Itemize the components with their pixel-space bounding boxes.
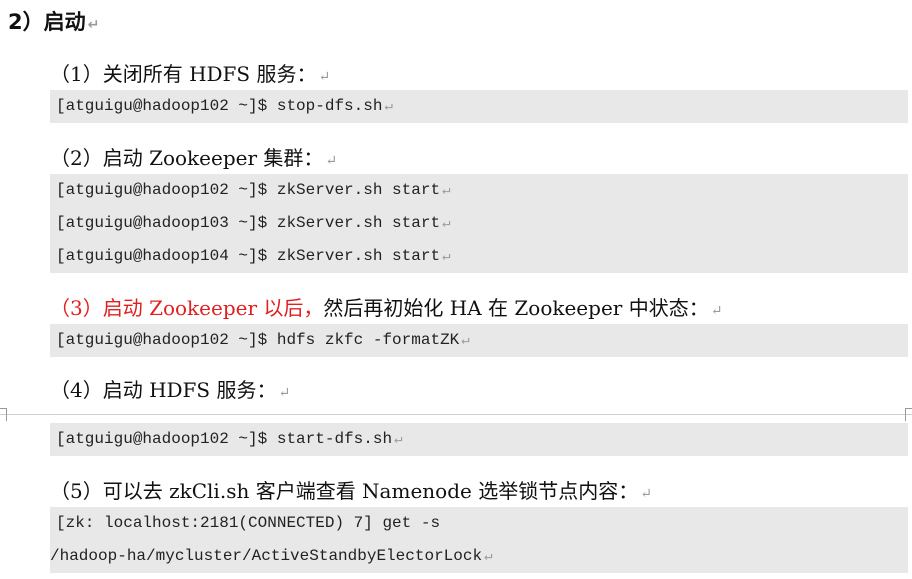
paragraph-mark-icon: ↵ (318, 69, 331, 85)
paragraph-mark-icon: ↵ (384, 99, 393, 115)
paragraph-mark-icon: ↵ (278, 385, 291, 401)
paragraph-mark-icon: ↵ (325, 153, 338, 169)
section-heading: 2）启动 ↵ (8, 6, 99, 36)
paragraph-mark-icon: ↵ (442, 183, 451, 199)
step-5: （5）可以去 zkCli.sh 客户端查看 Namenode 选举锁节点内容： ↵ (50, 475, 652, 504)
step-3: （3）启动 Zookeeper 以后，然后再初始化 HA 在 Zookeeper… (50, 292, 722, 321)
step-5-label: （5）可以去 zkCli.sh 客户端查看 Namenode 选举锁节点内容： (50, 479, 639, 503)
command-line: [atguigu@hadoop103 ~]$ zkServer.sh start… (56, 214, 451, 232)
step-3-label: 然后再初始化 HA 在 Zookeeper 中状态： (323, 296, 709, 320)
command-line: [atguigu@hadoop102 ~]$ hdfs zkfc -format… (56, 331, 470, 349)
command-line: [atguigu@hadoop104 ~]$ zkServer.sh start… (56, 247, 451, 265)
code-block-format: [atguigu@hadoop102 ~]$ hdfs zkfc -format… (50, 324, 908, 357)
paragraph-mark-icon: ↵ (484, 549, 493, 565)
step-2-label: （2）启动 Zookeeper 集群： (50, 146, 324, 170)
step-1: （1）关闭所有 HDFS 服务： ↵ (50, 58, 330, 87)
paragraph-mark-icon: ↵ (461, 333, 470, 349)
page-break-line (0, 414, 912, 415)
code-block-stop: [atguigu@hadoop102 ~]$ stop-dfs.sh ↵ (50, 90, 908, 123)
step-1-label: （1）关闭所有 HDFS 服务： (50, 62, 317, 86)
code-block-start: [atguigu@hadoop102 ~]$ start-dfs.sh ↵ (50, 423, 908, 456)
paragraph-mark-icon: ↵ (394, 432, 403, 448)
step-3-label-highlight: （3）启动 Zookeeper 以后， (50, 296, 324, 320)
command-line: [zk: localhost:2181(CONNECTED) 7] get -s (56, 514, 441, 532)
paragraph-mark-icon: ↵ (442, 216, 451, 232)
paragraph-mark-icon: ↵ (640, 486, 652, 502)
heading-text: 2）启动 (8, 10, 86, 34)
paragraph-mark-icon: ↵ (87, 17, 100, 33)
page-corner-mark-left (0, 408, 7, 421)
step-2: （2）启动 Zookeeper 集群： ↵ (50, 142, 337, 171)
command-line: /hadoop-ha/mycluster/ActiveStandbyElecto… (50, 547, 493, 565)
command-line: [atguigu@hadoop102 ~]$ start-dfs.sh ↵ (56, 430, 403, 448)
paragraph-mark-icon: ↵ (442, 249, 451, 265)
command-line: [atguigu@hadoop102 ~]$ zkServer.sh start… (56, 181, 451, 199)
paragraph-mark-icon: ↵ (710, 303, 723, 319)
page-corner-mark-right (905, 408, 912, 421)
step-4: （4）启动 HDFS 服务： ↵ (50, 374, 290, 403)
code-block-zkcli: [zk: localhost:2181(CONNECTED) 7] get -s… (50, 507, 908, 573)
code-block-zk: [atguigu@hadoop102 ~]$ zkServer.sh start… (50, 174, 908, 273)
command-line: [atguigu@hadoop102 ~]$ stop-dfs.sh ↵ (56, 97, 393, 115)
step-4-label: （4）启动 HDFS 服务： (50, 378, 277, 402)
